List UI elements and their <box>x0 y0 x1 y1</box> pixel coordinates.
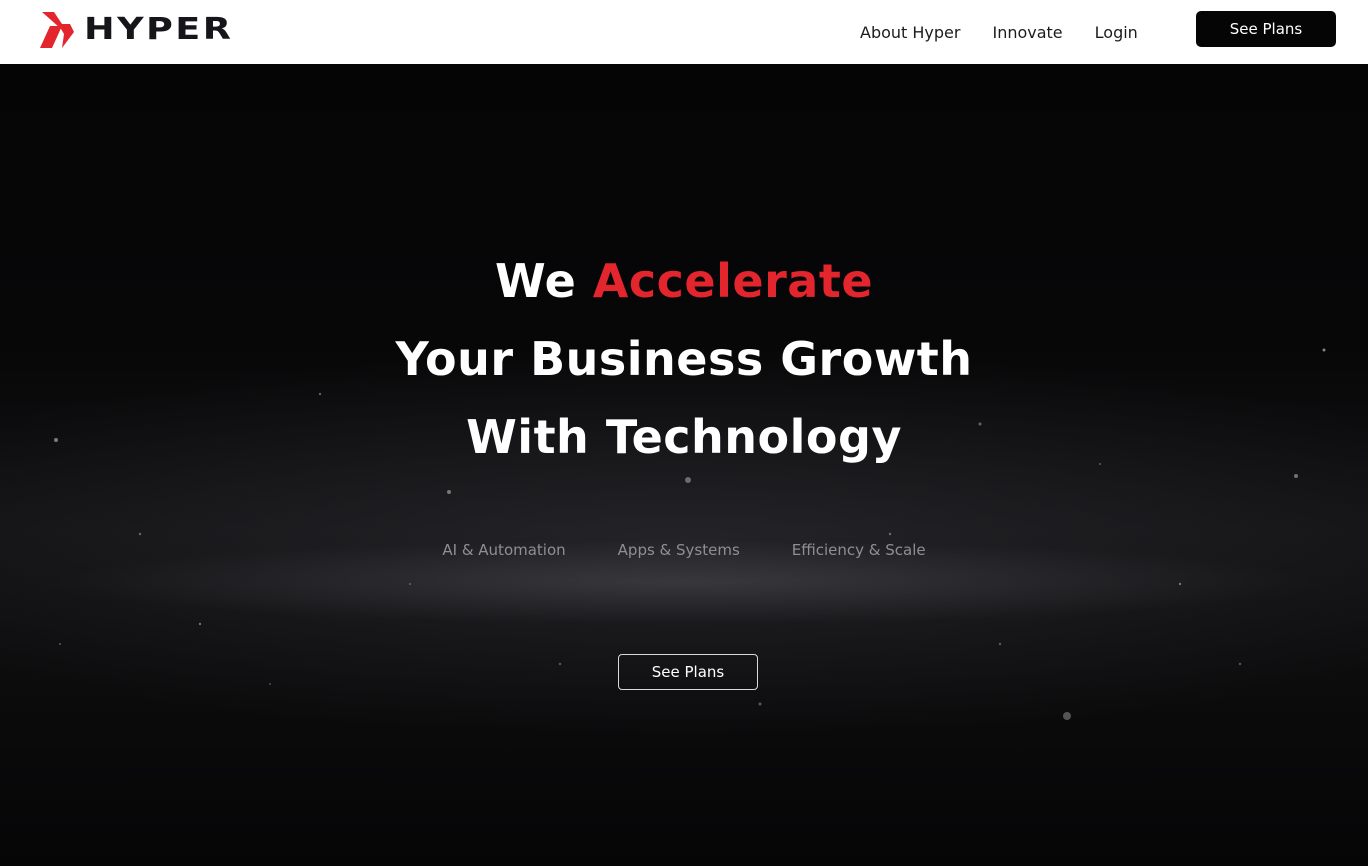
headline-accent-word: Accelerate <box>592 254 874 308</box>
hero-headline-line-3: With Technology <box>466 410 902 464</box>
feature-efficiency-scale: Efficiency & Scale <box>791 541 926 559</box>
main-nav: About Hyper Innovate Login <box>860 0 1170 64</box>
brand-logo[interactable]: HYPER <box>40 12 231 48</box>
hyper-x-icon <box>40 12 74 48</box>
brand-name: HYPER <box>84 12 234 47</box>
particle-background <box>54 348 1326 720</box>
feature-ai-automation: AI & Automation <box>442 541 566 559</box>
nav-link-login[interactable]: Login <box>1095 23 1138 42</box>
hero-headline-line-2: Your Business Growth <box>395 332 973 386</box>
hero-see-plans-button[interactable]: See Plans <box>618 654 758 690</box>
headline-prefix: We <box>494 254 577 308</box>
nav-see-plans-button[interactable]: See Plans <box>1196 11 1336 47</box>
nav-link-about[interactable]: About Hyper <box>860 23 960 42</box>
feature-apps-systems: Apps & Systems <box>617 541 740 559</box>
hero-headline-line-1: We Accelerate <box>0 254 1368 308</box>
top-navbar: HYPER About Hyper Innovate Login See Pla… <box>0 0 1368 64</box>
nav-link-innovate[interactable]: Innovate <box>992 23 1062 42</box>
hero-section: We Accelerate Your Business Growth With … <box>0 64 1368 866</box>
feature-list: AI & Automation Apps & Systems Efficienc… <box>0 541 1368 559</box>
